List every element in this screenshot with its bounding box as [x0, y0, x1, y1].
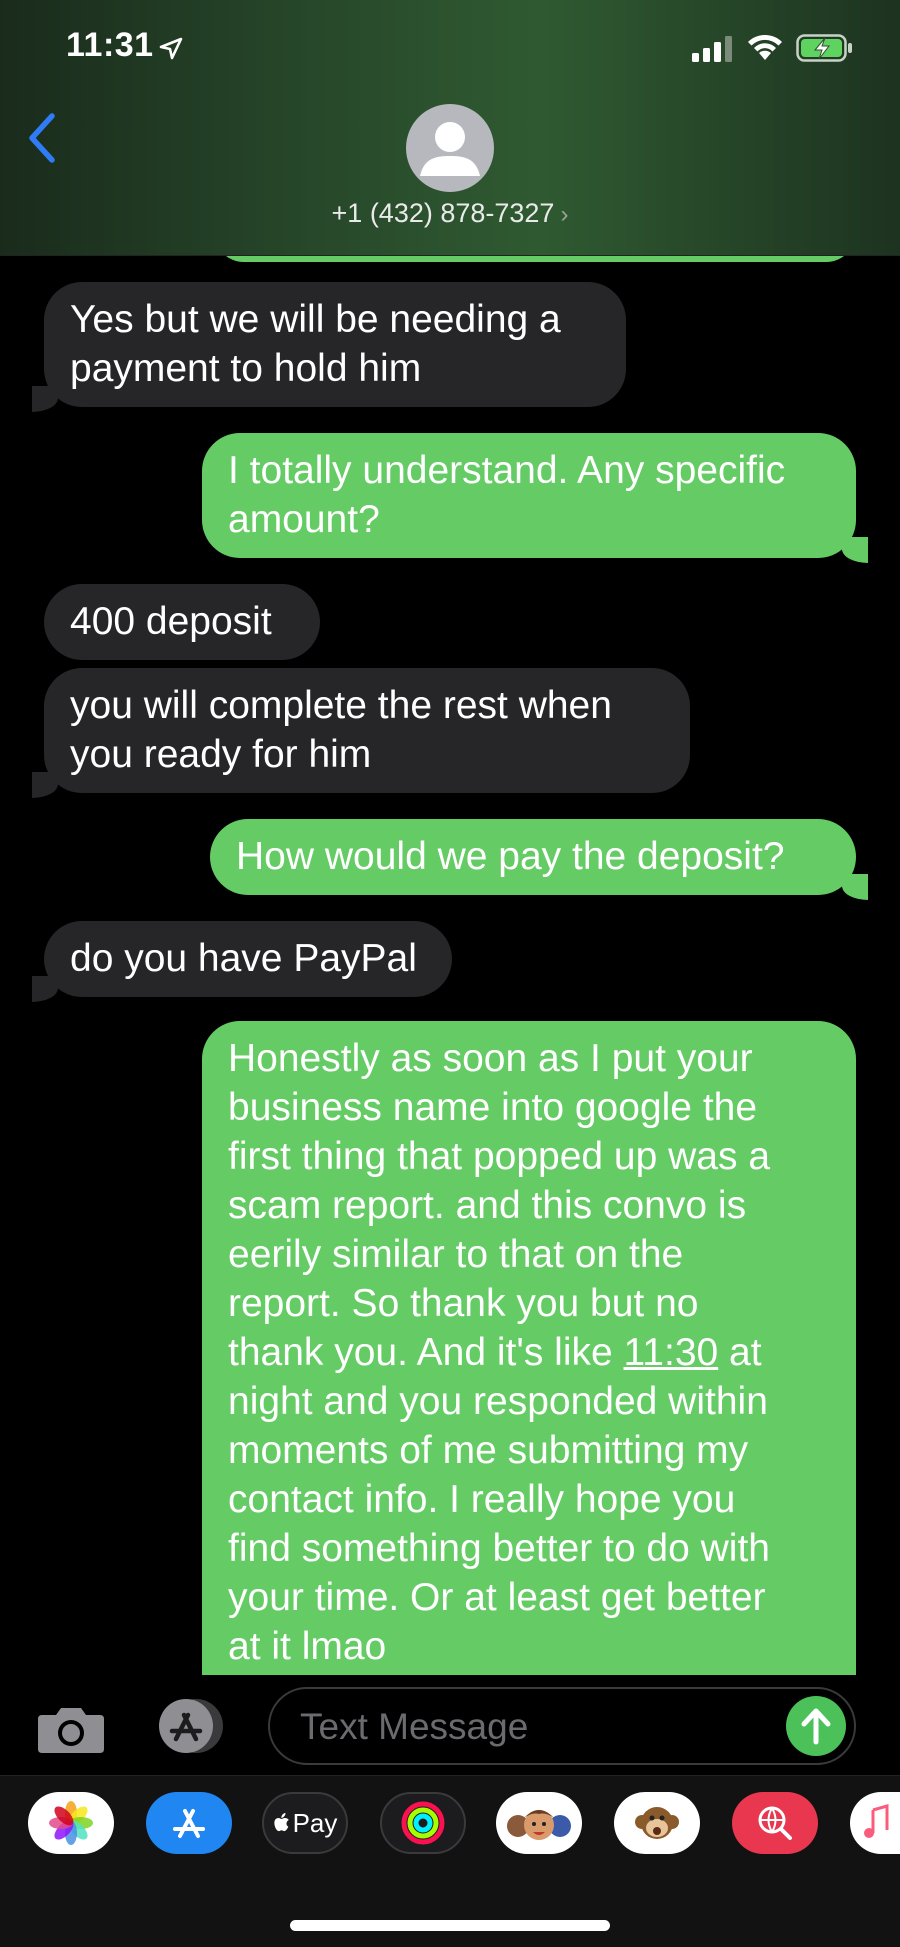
- send-button[interactable]: [786, 1696, 846, 1756]
- back-chevron-icon[interactable]: [24, 112, 60, 164]
- web-search-app-button[interactable]: [732, 1792, 818, 1854]
- imessage-app-strip: Pay: [0, 1775, 900, 1947]
- bubble-tail: [32, 976, 58, 1002]
- contact-name-button[interactable]: +1 (432) 878-7327 ›: [0, 198, 900, 229]
- message-text: at night and you responded within moment…: [228, 1331, 770, 1668]
- globe-search-icon: [758, 1806, 792, 1840]
- bubble-tail: [32, 772, 58, 798]
- app-store-drawer-icon[interactable]: [152, 1697, 230, 1755]
- time-link[interactable]: 11:30: [624, 1331, 719, 1374]
- memoji-app-button[interactable]: [496, 1792, 582, 1854]
- message-input[interactable]: [298, 1703, 752, 1751]
- message-bubble-outgoing[interactable]: How would we pay the deposit?: [210, 819, 856, 895]
- arrow-up-icon: [801, 1708, 831, 1745]
- wifi-icon: [748, 34, 782, 60]
- message-text: How would we pay the deposit?: [236, 835, 785, 878]
- music-app-button[interactable]: [850, 1792, 900, 1854]
- message-text: do you have PayPal: [70, 937, 417, 980]
- conversation-header: 11:31 +1 (432) 878-7327 ›: [0, 0, 900, 256]
- person-silhouette-icon: [420, 122, 480, 176]
- cellular-signal-icon: [692, 36, 732, 62]
- message-bubble-incoming[interactable]: 400 deposit: [44, 584, 320, 660]
- app-store-button[interactable]: [146, 1792, 232, 1854]
- home-indicator[interactable]: [290, 1920, 610, 1931]
- monkey-icon: [635, 1807, 679, 1839]
- message-text: 400 deposit: [70, 600, 272, 643]
- photos-app-button[interactable]: [28, 1792, 114, 1854]
- message-text: you will complete the rest when you read…: [70, 684, 612, 776]
- message-text: Honestly as soon as I put your business …: [228, 1037, 771, 1374]
- animoji-app-button[interactable]: [614, 1792, 700, 1854]
- message-bubble-incoming[interactable]: you will complete the rest when you read…: [44, 668, 690, 793]
- activity-rings-icon: [401, 1801, 445, 1845]
- bubble-tail: [32, 386, 58, 412]
- message-bubble-incoming[interactable]: do you have PayPal: [44, 921, 452, 997]
- photos-icon: [49, 1801, 93, 1845]
- bubble-tail: [842, 874, 868, 900]
- apple-logo-icon: [273, 1812, 289, 1832]
- message-text: Yes but we will be needing a payment to …: [70, 298, 561, 390]
- contact-phone-number: +1 (432) 878-7327: [331, 198, 555, 228]
- message-bubble-outgoing[interactable]: Honestly as soon as I put your business …: [202, 1021, 856, 1675]
- apple-pay-button[interactable]: Pay: [262, 1792, 348, 1854]
- message-bubble-outgoing[interactable]: I totally understand. Any specific amoun…: [202, 433, 856, 558]
- message-input-field[interactable]: [268, 1687, 856, 1765]
- memoji-icon: [507, 1810, 571, 1840]
- contact-avatar[interactable]: [406, 104, 494, 192]
- battery-charging-icon: [796, 34, 852, 62]
- message-text: I totally understand. Any specific amoun…: [228, 449, 786, 541]
- camera-icon[interactable]: [36, 1703, 106, 1755]
- apple-pay-label: Pay: [292, 1807, 338, 1838]
- location-arrow-icon: [159, 37, 183, 60]
- app-store-icon: [173, 1809, 205, 1838]
- chevron-right-icon: ›: [560, 201, 569, 228]
- message-bubble-incoming[interactable]: Yes but we will be needing a payment to …: [44, 282, 626, 407]
- activity-app-button[interactable]: [380, 1792, 466, 1854]
- bubble-tail: [842, 537, 868, 563]
- status-time: 11:31: [66, 26, 154, 64]
- music-note-icon: [864, 1804, 889, 1838]
- messages-screen: Yes but we will be needing a payment to …: [0, 0, 900, 1947]
- compose-bar: [0, 1675, 900, 1775]
